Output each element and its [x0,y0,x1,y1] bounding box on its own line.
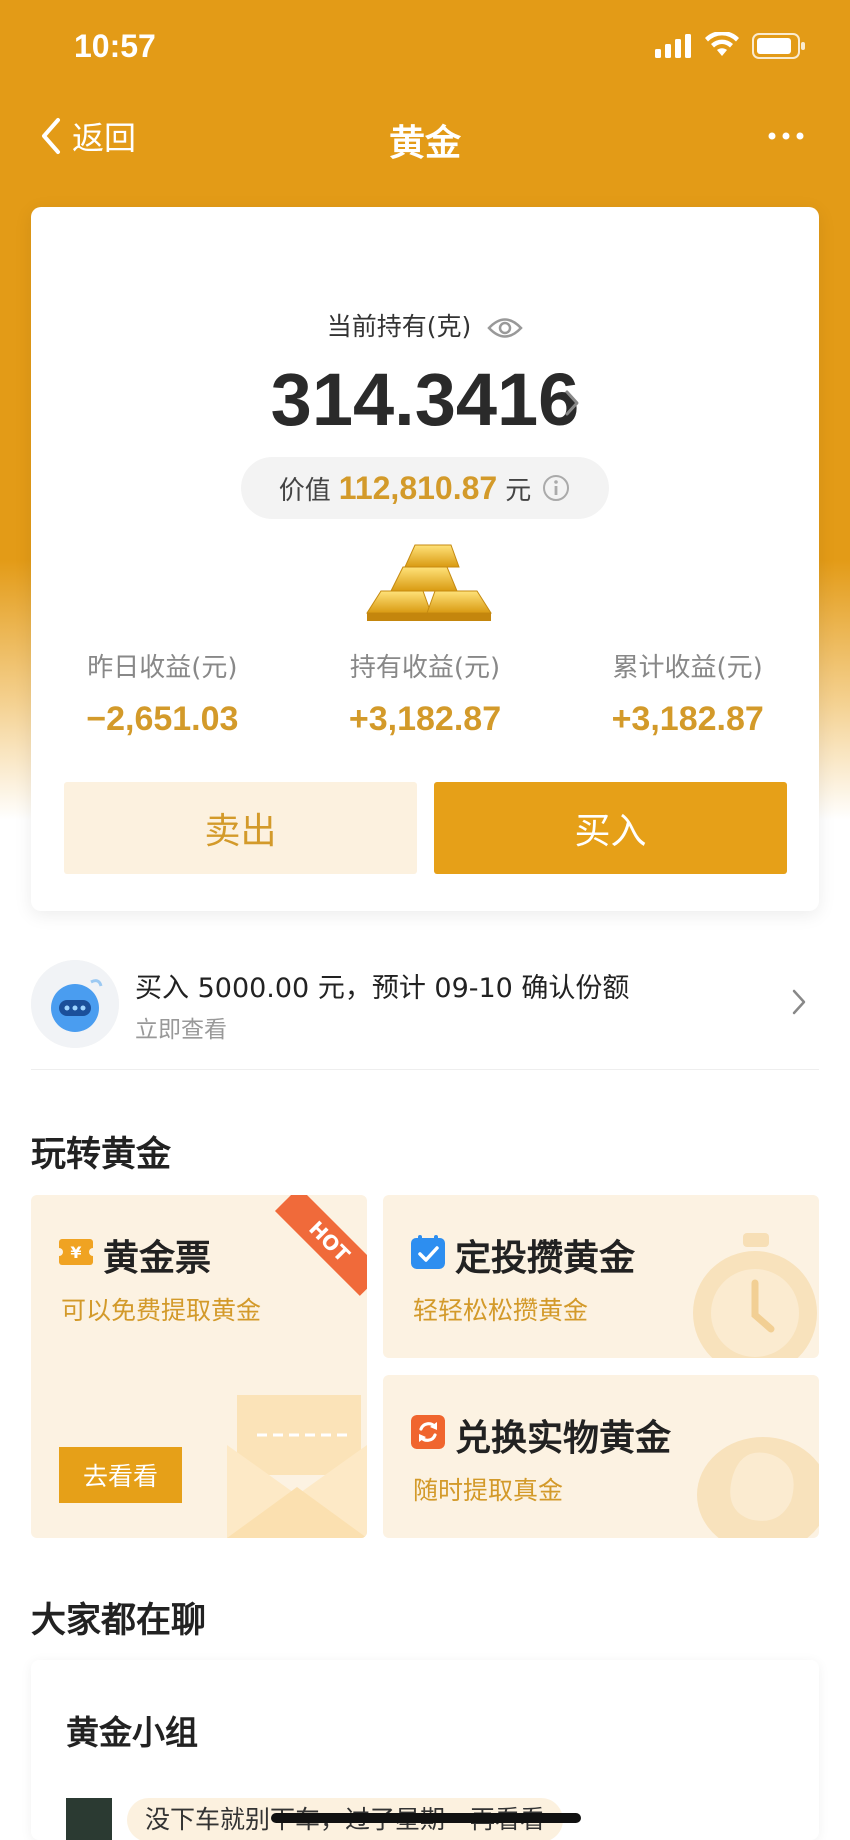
gold-bars-icon [366,544,492,621]
page-title: 黄金 [388,123,461,164]
info-icon[interactable] [541,473,571,503]
stat-label: 持有收益(元) [349,653,501,683]
more-icon[interactable] [766,128,806,144]
yen-ticket-icon: ¥ [59,1239,93,1265]
card-subtitle: 随时提取真金 [413,1476,564,1505]
card-subtitle: 可以免费提取黄金 [61,1296,262,1325]
chevron-right-icon [792,989,806,1015]
card-subtitle: 轻轻松松攒黄金 [413,1296,589,1325]
order-notice[interactable]: 买入 5000.00 元，预计 09-10 确认份额 立即查看 [31,958,819,1070]
battery-icon [752,33,805,59]
value-amount: 112,810.87 [338,469,498,506]
eye-icon[interactable] [487,315,523,341]
navigation-bar: 返回 黄金 [0,100,850,172]
home-indicator [271,1813,581,1823]
notice-title: 买入 5000.00 元，预计 09-10 确认份额 [135,973,630,1004]
holding-amount[interactable]: 314.3416 [31,357,819,442]
view-button[interactable]: 去看看 [59,1447,182,1503]
envelope-icon [227,1395,367,1538]
earnings-stats: 昨日收益(元) −2,651.03 持有收益(元) +3,182.87 累计收益… [31,647,819,747]
wifi-icon [705,32,739,56]
chevron-right-icon[interactable] [562,387,582,419]
auto-invest-card[interactable]: 定投攒黄金 轻轻松松攒黄金 [383,1195,819,1358]
value-prefix: 价值 [278,475,331,506]
section-title-chat: 大家都在聊 [31,1601,207,1641]
gold-ticket-card[interactable]: HOT ¥ 黄金票 可以免费提取黄金 去看看 [31,1195,367,1538]
card-title: 黄金票 [103,1238,212,1279]
cellular-signal-icon [655,34,691,58]
stat-yesterday: 昨日收益(元) −2,651.03 [31,647,294,747]
buy-button[interactable]: 买入 [434,782,787,874]
stat-value: +3,182.87 [611,700,764,738]
exchange-icon [411,1415,445,1449]
holding-label: 当前持有(克) [326,312,472,341]
calendar-check-icon [411,1235,445,1269]
avatar [66,1798,112,1840]
stat-label: 累计收益(元) [612,653,763,683]
status-bar: 10:57 [0,0,850,92]
stopwatch-icon [693,1233,817,1358]
hot-badge: HOT [274,1195,367,1296]
stat-value: +3,182.87 [348,700,502,738]
section-title-play-gold: 玩转黄金 [31,1135,172,1175]
card-title: 定投攒黄金 [455,1238,636,1279]
svg-text:¥: ¥ [70,1243,81,1262]
card-title: 兑换实物黄金 [455,1418,672,1459]
stat-total: 累计收益(元) +3,182.87 [556,647,819,747]
stat-value: −2,651.03 [86,700,239,738]
holding-card: 当前持有(克) 314.3416 价值 112,810.87 元 昨日收益(元)… [31,207,819,911]
notice-subtitle: 立即查看 [135,1017,227,1043]
value-pill: 价值 112,810.87 元 [241,457,609,519]
stat-holding: 持有收益(元) +3,182.87 [294,647,557,747]
status-time: 10:57 [74,28,156,64]
exchange-physical-gold-card[interactable]: 兑换实物黄金 随时提取真金 [383,1375,819,1538]
holding-label-row: 当前持有(克) [31,307,819,343]
group-title: 黄金小组 [66,1713,198,1752]
gold-nugget-icon [697,1437,819,1538]
stat-label: 昨日收益(元) [87,653,238,683]
value-unit: 元 [505,475,532,506]
sell-button[interactable]: 卖出 [64,782,417,874]
robot-assistant-icon [31,960,119,1048]
